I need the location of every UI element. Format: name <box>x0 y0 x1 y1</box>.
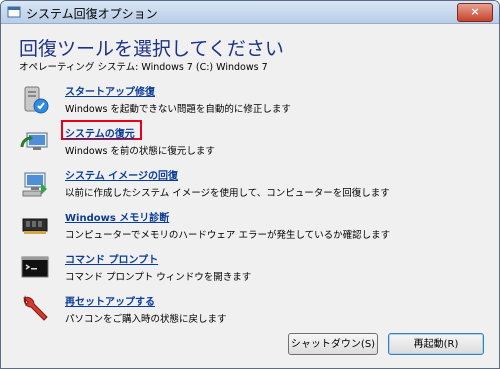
recovery-options-window: システム回復オプション × 回復ツールを選択してください オペレーティング シス… <box>0 0 500 369</box>
system-image-description: 以前に作成したシステム イメージを使用して、コンピューターを回復します <box>65 188 390 199</box>
window-icon <box>7 6 21 18</box>
system-restore-description: Windows を前の状態に復元します <box>65 146 215 157</box>
re-setup-description: パソコンをご購入時の状態に戻します <box>65 314 227 325</box>
wrench-icon <box>23 295 48 321</box>
title-bar: システム回復オプション × <box>1 1 499 24</box>
startup-repair-description: Windows を起動できない問題を自動的に修正します <box>65 104 291 115</box>
window-title: システム回復オプション <box>26 7 158 21</box>
memory-diagnostic-link[interactable]: Windows メモリ診断 <box>65 209 169 224</box>
tool-item-re-setup: 再セットアップする パソコンをご購入時の状態に戻します <box>15 291 455 331</box>
system-restore-icon <box>20 132 48 150</box>
restart-button[interactable]: 再起動(R) <box>388 333 484 355</box>
page-title: 回復ツールを選択してください <box>19 38 284 60</box>
command-prompt-link[interactable]: コマンド プロンプト <box>65 251 158 266</box>
memory-chip-icon <box>22 218 48 234</box>
system-image-link[interactable]: システム イメージの回復 <box>65 167 178 182</box>
tool-item-memory-diagnostic: Windows メモリ診断 コンピューターでメモリのハードウェア エラーが発生し… <box>15 207 455 247</box>
startup-repair-icon <box>24 86 49 114</box>
tool-item-startup-repair: スタートアップ修復 Windows を起動できない問題を自動的に修正します <box>15 81 455 121</box>
system-image-icon <box>22 172 47 197</box>
tool-item-command-prompt: コマンド プロンプト コマンド プロンプト ウィンドウを開きます <box>15 249 455 289</box>
re-setup-link[interactable]: 再セットアップする <box>65 293 155 308</box>
command-prompt-description: コマンド プロンプト ウィンドウを開きます <box>65 272 252 283</box>
close-icon[interactable]: × <box>470 5 479 18</box>
close-button[interactable]: × <box>457 3 493 22</box>
command-prompt-icon <box>21 256 49 278</box>
shutdown-button[interactable]: シャットダウン(S) <box>288 333 378 355</box>
system-restore-link[interactable]: システムの復元 <box>65 125 135 140</box>
tool-item-system-image: システム イメージの回復 以前に作成したシステム イメージを使用して、コンピュー… <box>15 165 455 205</box>
operating-system-label: オペレーティング システム: Windows 7 (C:) Windows 7 <box>19 62 268 73</box>
tool-item-system-restore: システムの復元 Windows を前の状態に復元します <box>15 120 455 163</box>
memory-diagnostic-description: コンピューターでメモリのハードウェア エラーが発生しているか確認します <box>65 230 391 241</box>
startup-repair-link[interactable]: スタートアップ修復 <box>65 83 155 98</box>
